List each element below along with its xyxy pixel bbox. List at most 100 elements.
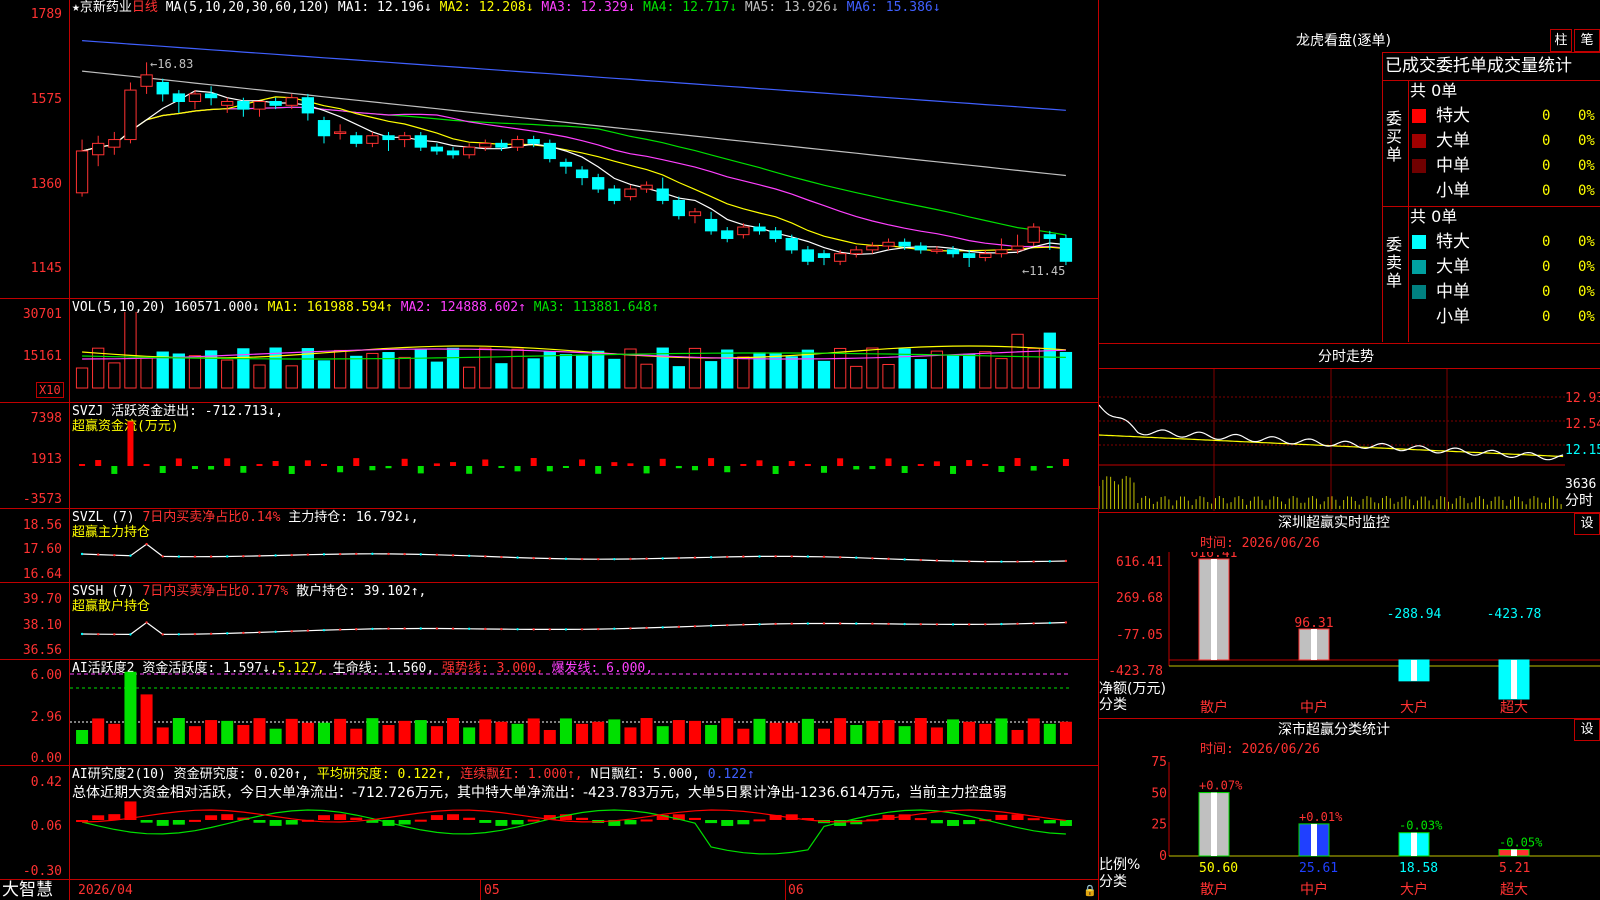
ma-legend-2[interactable]: MA2: 12.208↓ [432, 0, 534, 15]
candle [430, 146, 444, 152]
legend-swatch [1412, 260, 1426, 274]
line-dot [645, 557, 648, 560]
ma-legend-5[interactable]: MA5: 13.926↓ [737, 0, 839, 15]
divider [1098, 512, 1600, 513]
sz-monitor-chart[interactable]: 616.41 269.68 -77.05 -423.78 616.41 散户 96.31 中户… [1099, 552, 1600, 718]
y-label: 1789 [30, 7, 62, 22]
research-bar [930, 820, 943, 824]
flow-bar [998, 466, 1005, 472]
ma-legend-1[interactable]: MA1: 12.196↓ [338, 0, 432, 15]
activity-bar [430, 726, 443, 744]
candle [366, 135, 379, 144]
activity-bar [624, 727, 637, 744]
ma-legend-6[interactable]: MA6: 15.386↓ [839, 0, 941, 15]
y-label: 18.56 [22, 518, 62, 533]
activity-bar [753, 718, 766, 744]
order-pct: 0% [1578, 183, 1595, 199]
line-dot [806, 555, 810, 558]
line-dot [709, 624, 713, 627]
ai2-chart[interactable] [70, 790, 1098, 878]
candle [188, 93, 202, 103]
line-dot [226, 555, 229, 558]
y-label: 0.42 [30, 775, 62, 790]
svzl-chart[interactable] [70, 520, 1098, 580]
flow-bar [772, 466, 779, 474]
line-dot [790, 622, 793, 625]
stock-name[interactable]: 京新药业 [80, 0, 132, 15]
line-dot [693, 625, 697, 628]
candle [221, 101, 234, 106]
unit-label: 分类 [1099, 874, 1127, 890]
tick-mode-button[interactable]: 笔 [1574, 29, 1600, 52]
research-bar [285, 820, 298, 825]
candle [624, 188, 637, 198]
activity-bar [721, 718, 734, 744]
order-count: 0 [1542, 158, 1551, 174]
order-type-label: 中单 [1436, 282, 1470, 302]
order-type-label: 小单 [1436, 307, 1470, 327]
flow-bar [837, 458, 844, 466]
y-label: 6.00 [30, 668, 62, 683]
candle [833, 253, 847, 262]
y-label: 75 [1151, 756, 1167, 770]
candle [850, 249, 863, 255]
bar-mode-button[interactable]: 柱 [1550, 29, 1572, 52]
candle [882, 241, 895, 247]
activity-bar [576, 723, 589, 744]
research-bar [140, 820, 153, 823]
candle [979, 253, 992, 258]
sz-stats-chart[interactable]: 75 50 25 0 +0.07% 50.60 散户 +0.01% 25.61 中户 -0.03% 1… [1099, 756, 1600, 900]
volume-bar [398, 356, 411, 389]
volume-chart[interactable] [70, 312, 1098, 398]
candle [543, 142, 556, 160]
category-label: 超大 [1500, 700, 1528, 716]
ma-legend-3[interactable]: MA3: 12.329↓ [534, 0, 635, 15]
line-dot [387, 627, 390, 630]
activity-bar [737, 728, 750, 744]
line-dot [258, 631, 261, 634]
activity-bar [285, 718, 298, 744]
line-dot [387, 552, 390, 556]
research-bar [1027, 818, 1040, 821]
svzj-chart[interactable] [70, 420, 1098, 506]
ma20-line [81, 106, 1066, 249]
y-label: 30701 [22, 307, 62, 322]
bar-value-label: 96.31 [1294, 616, 1333, 631]
research-bar [753, 819, 766, 822]
line-dot [80, 552, 84, 556]
candle [559, 161, 573, 167]
line-dot [726, 623, 729, 627]
flow-bar [1046, 466, 1053, 468]
flow-bar [288, 466, 295, 474]
line-dot [871, 557, 874, 560]
line-dot [338, 628, 342, 631]
candle [898, 241, 911, 247]
sz-monitor-settings-button[interactable]: 设 [1574, 513, 1600, 535]
line-dot [467, 554, 471, 558]
research-bar [205, 815, 218, 820]
line-dot [322, 553, 326, 556]
vol-label: 3636 [1565, 477, 1597, 492]
candle [688, 211, 702, 217]
candlestick-chart[interactable] [70, 14, 1098, 298]
panel-divider [0, 879, 1098, 880]
line-dot [209, 632, 213, 635]
y-label: 1145 [30, 261, 62, 276]
line-dot [564, 628, 568, 631]
period-label[interactable]: 日线 [132, 0, 158, 15]
research-bar [447, 814, 460, 820]
line-dot [742, 555, 745, 558]
ma-legend-4[interactable]: MA4: 12.717↓ [635, 0, 737, 15]
activity-bar [1059, 721, 1072, 744]
sz-stats-settings-button[interactable]: 设 [1574, 719, 1600, 741]
intraday-chart[interactable] [1099, 369, 1565, 511]
activity-bar [366, 718, 379, 744]
ai1-chart[interactable] [70, 668, 1098, 764]
line-dot [177, 633, 181, 636]
activity-bar [414, 720, 427, 744]
legend-swatch [1412, 184, 1426, 198]
lock-icon[interactable]: 🔒 [1083, 884, 1097, 897]
line-dot [822, 622, 826, 625]
svsh-chart[interactable] [70, 598, 1098, 658]
activity-bar [495, 721, 508, 744]
